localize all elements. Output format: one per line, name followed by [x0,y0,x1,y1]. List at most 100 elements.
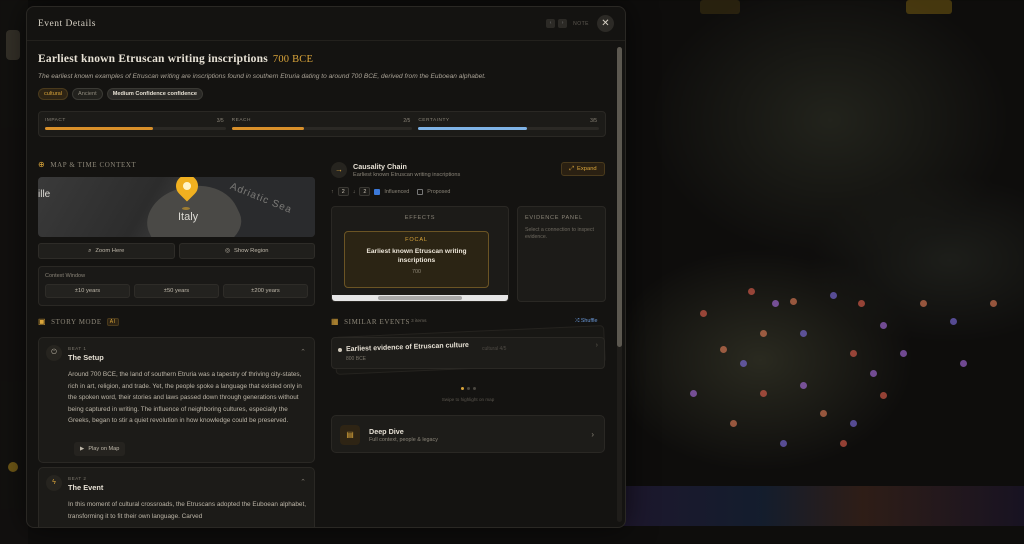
background-topbar-button [906,0,952,14]
context-window: Context Window ±10 years ±50 years ±200 … [38,266,315,306]
map-actions: ⌕ Zoom Here ◎ Show Region [38,243,315,259]
story-mode-label: ▣ STORY MODE AI [38,317,119,326]
pager-hint: Swipe to highlight on map [441,397,495,402]
arrow-right-icon: → [331,162,347,178]
play-icon: ▶ [80,446,85,452]
shuffle-label: Shuffle [580,318,598,324]
evidence-hint: Select a connection to inspect evidence. [525,227,594,240]
pager-dot[interactable] [467,387,470,390]
metric-certainty: CERTAINTY 3/5 [418,118,600,136]
expand-icon: ⤢ [569,165,574,172]
event-marker-dot [690,390,697,397]
deep-dive-subtitle: Full context, people & legacy [369,437,438,443]
beat-text: Around 700 BCE, the land of southern Etr… [68,371,302,424]
context-option-200[interactable]: ±200 years [223,284,308,298]
evidence-panel: EVIDENCE PANEL Select a connection to in… [517,206,606,302]
causality-subtitle: Earliest known Etruscan writing inscript… [353,172,461,178]
rail-knob [6,30,20,60]
modal-header: Event Details ‹ › NOTE ✕ [27,7,625,41]
metric-fill [231,127,304,130]
zoom-here-button[interactable]: ⌕ Zoom Here [38,243,175,259]
event-tags: cultural Ancient Medium Confidence confi… [38,88,608,100]
header-note[interactable]: NOTE [573,21,589,27]
event-marker-dot [790,298,797,305]
shuffle-button[interactable]: ⤮ Shuffle [575,318,598,325]
map-label-country: Italy [178,211,199,223]
causality-title: Causality Chain [353,162,407,171]
chevron-up-icon[interactable]: ⌃ [300,478,306,486]
focal-year: 700 [412,269,421,275]
event-marker-dot [850,420,857,427]
event-marker-dot [870,370,877,377]
similar-event-card[interactable]: Earliest evidence of Etruscan culture 80… [331,337,605,369]
chevron-right-icon[interactable]: › [596,342,598,349]
metric-reach: REACH 2/5 [231,118,413,136]
nav-buttons: ‹ › [546,19,568,28]
chevron-up-icon[interactable]: ⌃ [300,348,306,356]
background-topbar-button [700,0,740,14]
expand-button[interactable]: ⤢ Expand [561,162,605,176]
down-arrow-icon: ↓ [352,188,356,195]
metric-track [45,127,226,130]
chevron-right-icon[interactable]: › [591,430,594,439]
event-marker-dot [700,310,707,317]
deep-dive-card[interactable]: ▤ Deep Dive Full context, people & legac… [331,415,605,453]
play-on-map-label: Play on Map [88,446,120,452]
book-icon: ▣ [38,317,47,326]
similar-count: 3 items [411,319,427,324]
upstream-depth-select[interactable]: 2 [337,187,349,196]
context-option-50[interactable]: ±50 years [134,284,219,298]
metric-fill [45,127,154,130]
proposed-checkbox[interactable] [417,188,424,195]
scrollbar-thumb[interactable] [617,47,622,347]
mini-map[interactable]: ille Italy Adriatic Sea [38,177,315,237]
metric-label: CERTAINTY [418,118,450,123]
play-on-map-button[interactable]: ▶ Play on Map [74,442,126,456]
metric-fill [418,127,527,130]
story-beat-2[interactable]: ϟ BEAT 2 The Event ⌃ In this moment of c… [38,467,315,527]
tag-category: cultural [38,88,69,100]
deep-dive-title: Deep Dive [369,427,404,436]
focal-node[interactable]: FOCAL Earliest known Etruscan writing in… [344,231,489,288]
globe-icon: ⊕ [38,160,46,169]
pager-dot[interactable] [473,387,476,390]
pager-dot[interactable] [461,387,464,390]
next-button[interactable]: › [558,19,568,28]
similar-pager[interactable] [461,387,476,390]
metrics-bar: IMPACT 3/5 REACH 2/5 CERTAINTY 3/5 [38,111,606,137]
close-button[interactable]: ✕ [597,15,614,32]
event-marker-dot [950,318,957,325]
event-header: Earliest known Etruscan writing inscript… [38,53,608,100]
metric-track [418,127,600,130]
event-marker-dot [800,382,807,389]
effects-horizontal-scrollbar[interactable] [332,295,508,301]
beat-title: The Event [68,483,104,492]
event-marker-dot [858,300,865,307]
metric-value: 3/5 [590,118,598,124]
bullet-icon [338,348,342,352]
story-beat-1[interactable]: ⏻ BEAT 1 The Setup ⌃ Around 700 BCE, the… [38,337,315,463]
event-title: Earliest known Etruscan writing inscript… [38,53,608,65]
effects-panel[interactable]: EFFECTS FOCAL Earliest known Etruscan wr… [331,206,509,302]
scrollbar-thumb[interactable] [378,296,462,300]
event-marker-dot [760,330,767,337]
event-marker-dot [880,392,887,399]
up-arrow-icon: ↑ [331,188,334,195]
prev-button[interactable]: ‹ [546,19,556,28]
context-option-10[interactable]: ±10 years [45,284,130,298]
context-window-options: ±10 years ±50 years ±200 years [45,284,308,298]
downstream-depth-select[interactable]: 2 [359,187,371,196]
context-window-label: Context Window [45,273,86,279]
show-region-button[interactable]: ◎ Show Region [178,243,315,259]
map-section-label-text: MAP & TIME CONTEXT [50,160,137,169]
book-open-icon: ▤ [340,425,360,445]
event-marker-dot [730,420,737,427]
influenced-checkbox[interactable] [374,188,381,195]
event-marker-dot [920,300,927,307]
causality-filters: ↑ 2 ↓ 2 Influenced Proposed [331,187,450,196]
event-marker-dot [880,322,887,329]
rail-dot [8,462,18,472]
similar-event-title: Earliest evidence of Etruscan culture [345,341,470,354]
modal-scrollbar[interactable] [617,47,622,522]
expand-label: Expand [576,166,597,172]
